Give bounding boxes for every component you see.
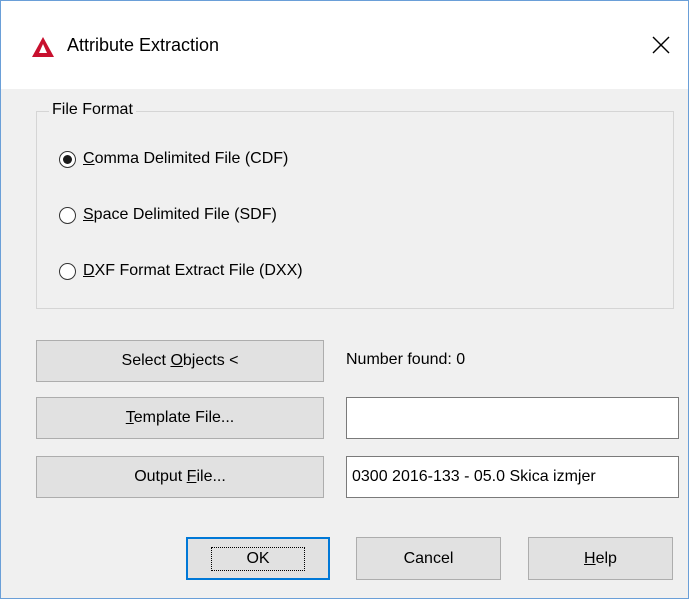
attribute-extraction-dialog: Attribute Extraction File Format Comma D… [0, 0, 689, 599]
cancel-button[interactable]: Cancel [356, 537, 501, 580]
ok-button[interactable]: OK [186, 537, 330, 580]
select-objects-label: Select Objects < [121, 352, 239, 369]
radio-sdf[interactable]: Space Delimited File (SDF) [59, 206, 277, 224]
radio-button-checked[interactable] [59, 150, 76, 168]
help-label: Help [584, 549, 617, 567]
template-file-button[interactable]: Template File... [36, 397, 324, 439]
select-objects-button[interactable]: Select Objects < [36, 340, 324, 382]
autocad-icon [31, 36, 55, 58]
file-format-label: File Format [49, 101, 136, 119]
ok-label: OK [211, 546, 305, 571]
output-file-label: Output File... [134, 468, 226, 485]
help-button[interactable]: Help [528, 537, 673, 580]
cancel-label: Cancel [403, 549, 454, 567]
template-file-input[interactable] [346, 397, 679, 439]
radio-dxx[interactable]: DXF Format Extract File (DXX) [59, 262, 303, 280]
radio-cdf[interactable]: Comma Delimited File (CDF) [59, 150, 288, 168]
radio-button[interactable] [59, 262, 76, 280]
radio-button[interactable] [59, 206, 76, 224]
number-found-text: Number found: 0 [346, 351, 466, 368]
close-button[interactable] [641, 23, 681, 67]
radio-cdf-label: Comma Delimited File (CDF) [83, 150, 289, 167]
output-file-input[interactable]: 0300 2016-133 - 05.0 Skica izmjer [346, 456, 679, 498]
close-icon [652, 36, 670, 54]
title-bar: Attribute Extraction [1, 1, 688, 89]
dialog-title: Attribute Extraction [67, 35, 220, 55]
radio-sdf-label: Space Delimited File (SDF) [83, 206, 277, 223]
output-file-button[interactable]: Output File... [36, 456, 324, 498]
template-file-label: Template File... [125, 409, 235, 426]
radio-dxx-label: DXF Format Extract File (DXX) [83, 262, 303, 279]
